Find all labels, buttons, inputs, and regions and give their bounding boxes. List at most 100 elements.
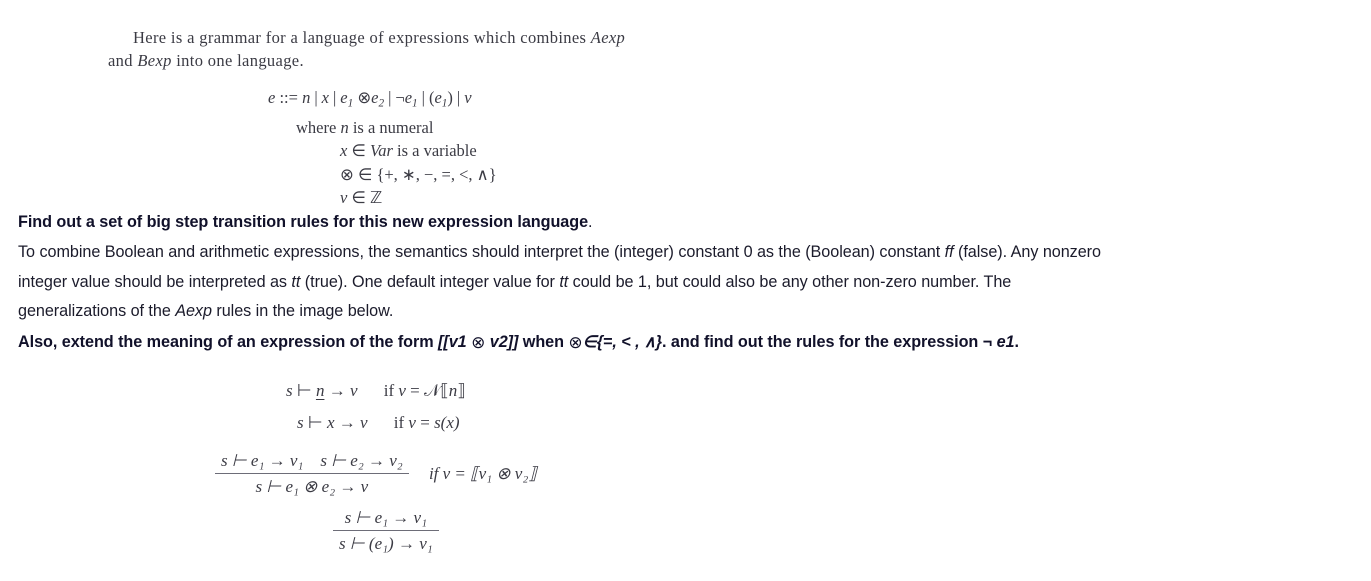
paragraph-line-2: integer value should be interpreted as t… xyxy=(18,268,1363,298)
cond-inner-n: n xyxy=(448,381,458,400)
tt-symbol-1: tt xyxy=(291,272,301,291)
paragraph-line-1: To combine Boolean and arithmetic expres… xyxy=(18,238,1363,268)
bexp-label: Bexp xyxy=(137,51,172,70)
extend-e1-reference: e1 xyxy=(992,333,1015,352)
otimes-icon: ⊗ xyxy=(357,88,372,107)
extend-expression-close: v2]] xyxy=(485,333,519,352)
paragraph-text-1b: (false). Any nonzero xyxy=(953,242,1101,261)
paren-inference-fraction: s ⊢ e₁ → v₁ s ⊢ (e₁) → v₁ xyxy=(333,508,439,554)
paragraph-text-2a: integer value should be interpreted as xyxy=(18,272,292,291)
grammar-intro-text-2-post: into one language. xyxy=(171,51,304,70)
grammar-where-numeral: where n is a numeral xyxy=(268,116,497,140)
axiom-numeral-condition: if v = 𝒩⟦n⟧ xyxy=(384,381,466,401)
extend-period: . xyxy=(1014,333,1020,352)
paragraph-text-3a: generalizations of the xyxy=(18,302,176,321)
otimes-icon-3: ⊗ xyxy=(471,333,486,353)
axiom-numeral-store: s xyxy=(286,381,293,400)
binop-premise-1: s ⊢ e₁ → v₁ xyxy=(221,451,304,470)
paren-term-e1: e xyxy=(434,88,442,107)
where-variable-text: is a variable xyxy=(397,141,477,161)
grammar-intro-text-2-pre: and xyxy=(108,51,138,70)
extend-text-1: Also, extend the meaning of an expressio… xyxy=(18,333,439,352)
alt-bar-4: | xyxy=(421,88,425,107)
neg-term-e1-subscript: 1 xyxy=(412,97,418,110)
negation-icon: ¬ xyxy=(395,88,405,107)
alt-bar-5: | xyxy=(456,88,461,107)
alt-bar-3: | xyxy=(388,88,392,107)
operator-set: {+, ∗, −, =, <, ∧} xyxy=(376,164,497,184)
alt-bar-1: | xyxy=(314,88,318,107)
axiom-numeral-rule: s ⊢ n → v if v = 𝒩⟦n⟧ xyxy=(286,381,466,401)
grammar-production-list: e ::= n | x | e1 ⊗e2 | ¬e1 | (e1) | v where n is a… xyxy=(268,86,497,210)
axiom-numeral-result: v xyxy=(349,381,358,400)
turnstile-icon-1: ⊢ xyxy=(296,381,312,400)
where-v-symbol: v xyxy=(340,188,348,208)
axiom-variable-condition: if v = s(x) xyxy=(394,413,460,433)
grammar-image-block: Here is a grammar for a language of expr… xyxy=(0,0,760,207)
turnstile-icon-2: ⊢ xyxy=(307,413,323,432)
grammar-where-variable: x ∈ Var is a variable xyxy=(268,139,497,163)
nonterminal-e: e xyxy=(268,88,276,107)
cond-v-2: v xyxy=(408,413,416,432)
question-prose: Find out a set of big step transition ru… xyxy=(18,208,1363,358)
extend-instruction-line: Also, extend the meaning of an expressio… xyxy=(18,327,1363,358)
equals-icon-1: = xyxy=(410,381,420,400)
grammar-intro-text-1: Here is a grammar for a language of expr… xyxy=(133,28,591,47)
axiom-variable-rule: s ⊢ x → v if v = s(x) xyxy=(297,413,460,433)
extend-text-3: . and find out the rules for the express… xyxy=(662,333,983,352)
question-heading-period: . xyxy=(588,213,593,231)
extend-text-2: when xyxy=(518,333,569,352)
where-numeral-text: is a numeral xyxy=(352,117,434,137)
cond-v-1: v xyxy=(398,381,406,400)
term-e1-subscript: 1 xyxy=(347,97,354,110)
where-n-symbol: n xyxy=(340,117,349,137)
question-heading-text: Find out a set of big step transition ru… xyxy=(18,213,589,231)
element-of-icon-3: ∈ xyxy=(351,188,366,208)
aexp-reference: Aexp xyxy=(175,302,212,321)
axiom-var-result: v xyxy=(359,413,368,432)
semantic-bracket-close-1: ⟧ xyxy=(457,381,466,401)
arrow-icon-2: → xyxy=(338,413,356,432)
tt-symbol-2: tt xyxy=(559,272,569,291)
arrow-icon-1: → xyxy=(328,381,346,400)
axiom-numeral-term: n xyxy=(315,381,325,400)
if-keyword-2: if xyxy=(393,413,405,432)
axiom-var-term: x xyxy=(326,413,335,432)
grammar-where-value: v ∈ ℤ xyxy=(268,186,497,210)
terminal-x: x xyxy=(321,88,329,107)
element-of-icon-2: ∈ xyxy=(357,164,373,184)
terminal-v: v xyxy=(464,88,472,107)
inference-rules-image-block: s ⊢ n → v if v = 𝒩⟦n⟧ s ⊢ x → v if v = s… xyxy=(0,368,700,578)
aexp-label: Aexp xyxy=(590,28,626,47)
extend-operator-set: {=, < , ∧} xyxy=(596,333,663,352)
grammar-production-rule: e ::= n | x | e1 ⊗e2 | ¬e1 | (e1) | v xyxy=(268,86,497,116)
binop-inference-fraction: s ⊢ e₁ → v₁ s ⊢ e₂ → v₂ s ⊢ e₁ ⊗ e₂ → v xyxy=(215,451,409,497)
paragraph-text-2b: (true). One default integer value for xyxy=(300,272,560,291)
negation-icon-2: ¬ xyxy=(982,333,993,352)
if-keyword-1: if xyxy=(383,381,395,400)
store-lookup-expression: s(x) xyxy=(434,413,460,432)
alt-bar-2: | xyxy=(332,88,337,107)
integers-set-icon: ℤ xyxy=(369,188,383,208)
equals-icon-2: = xyxy=(420,413,430,432)
paragraph-text-1a: To combine Boolean and arithmetic expres… xyxy=(18,242,945,261)
var-set-symbol: Var xyxy=(369,141,393,161)
where-x-symbol: x xyxy=(340,141,348,161)
question-heading: Find out a set of big step transition ru… xyxy=(18,208,1363,238)
binop-premises: s ⊢ e₁ → v₁ s ⊢ e₂ → v₂ xyxy=(215,451,409,474)
binop-side-condition: if v = ⟦v₁ ⊗ v₂⟧ xyxy=(428,464,537,483)
grammar-intro-line-2: and Bexp into one language. xyxy=(108,49,304,72)
binop-premise-2: s ⊢ e₂ → v₂ xyxy=(320,451,403,470)
element-of-icon-4: ∈ xyxy=(582,333,597,352)
grammar-where-operator: ⊗ ∈ {+, ∗, −, =, <, ∧} xyxy=(268,163,497,187)
term-e1: e xyxy=(340,88,348,107)
extend-expression-open: [[v1 xyxy=(438,333,472,352)
binop-conclusion: s ⊢ e₁ ⊗ e₂ → v xyxy=(255,477,369,496)
grammar-intro-line-1: Here is a grammar for a language of expr… xyxy=(133,26,625,49)
paren-premise: s ⊢ e₁ → v₁ xyxy=(333,508,439,531)
axiom-var-store: s xyxy=(297,413,304,432)
numeral-function-icon: 𝒩 xyxy=(424,381,441,400)
paragraph-line-3: generalizations of the Aexp rules in the… xyxy=(18,297,1363,327)
otimes-icon-2: ⊗ xyxy=(340,164,354,184)
semantic-bracket-open-1: ⟦ xyxy=(440,381,449,401)
